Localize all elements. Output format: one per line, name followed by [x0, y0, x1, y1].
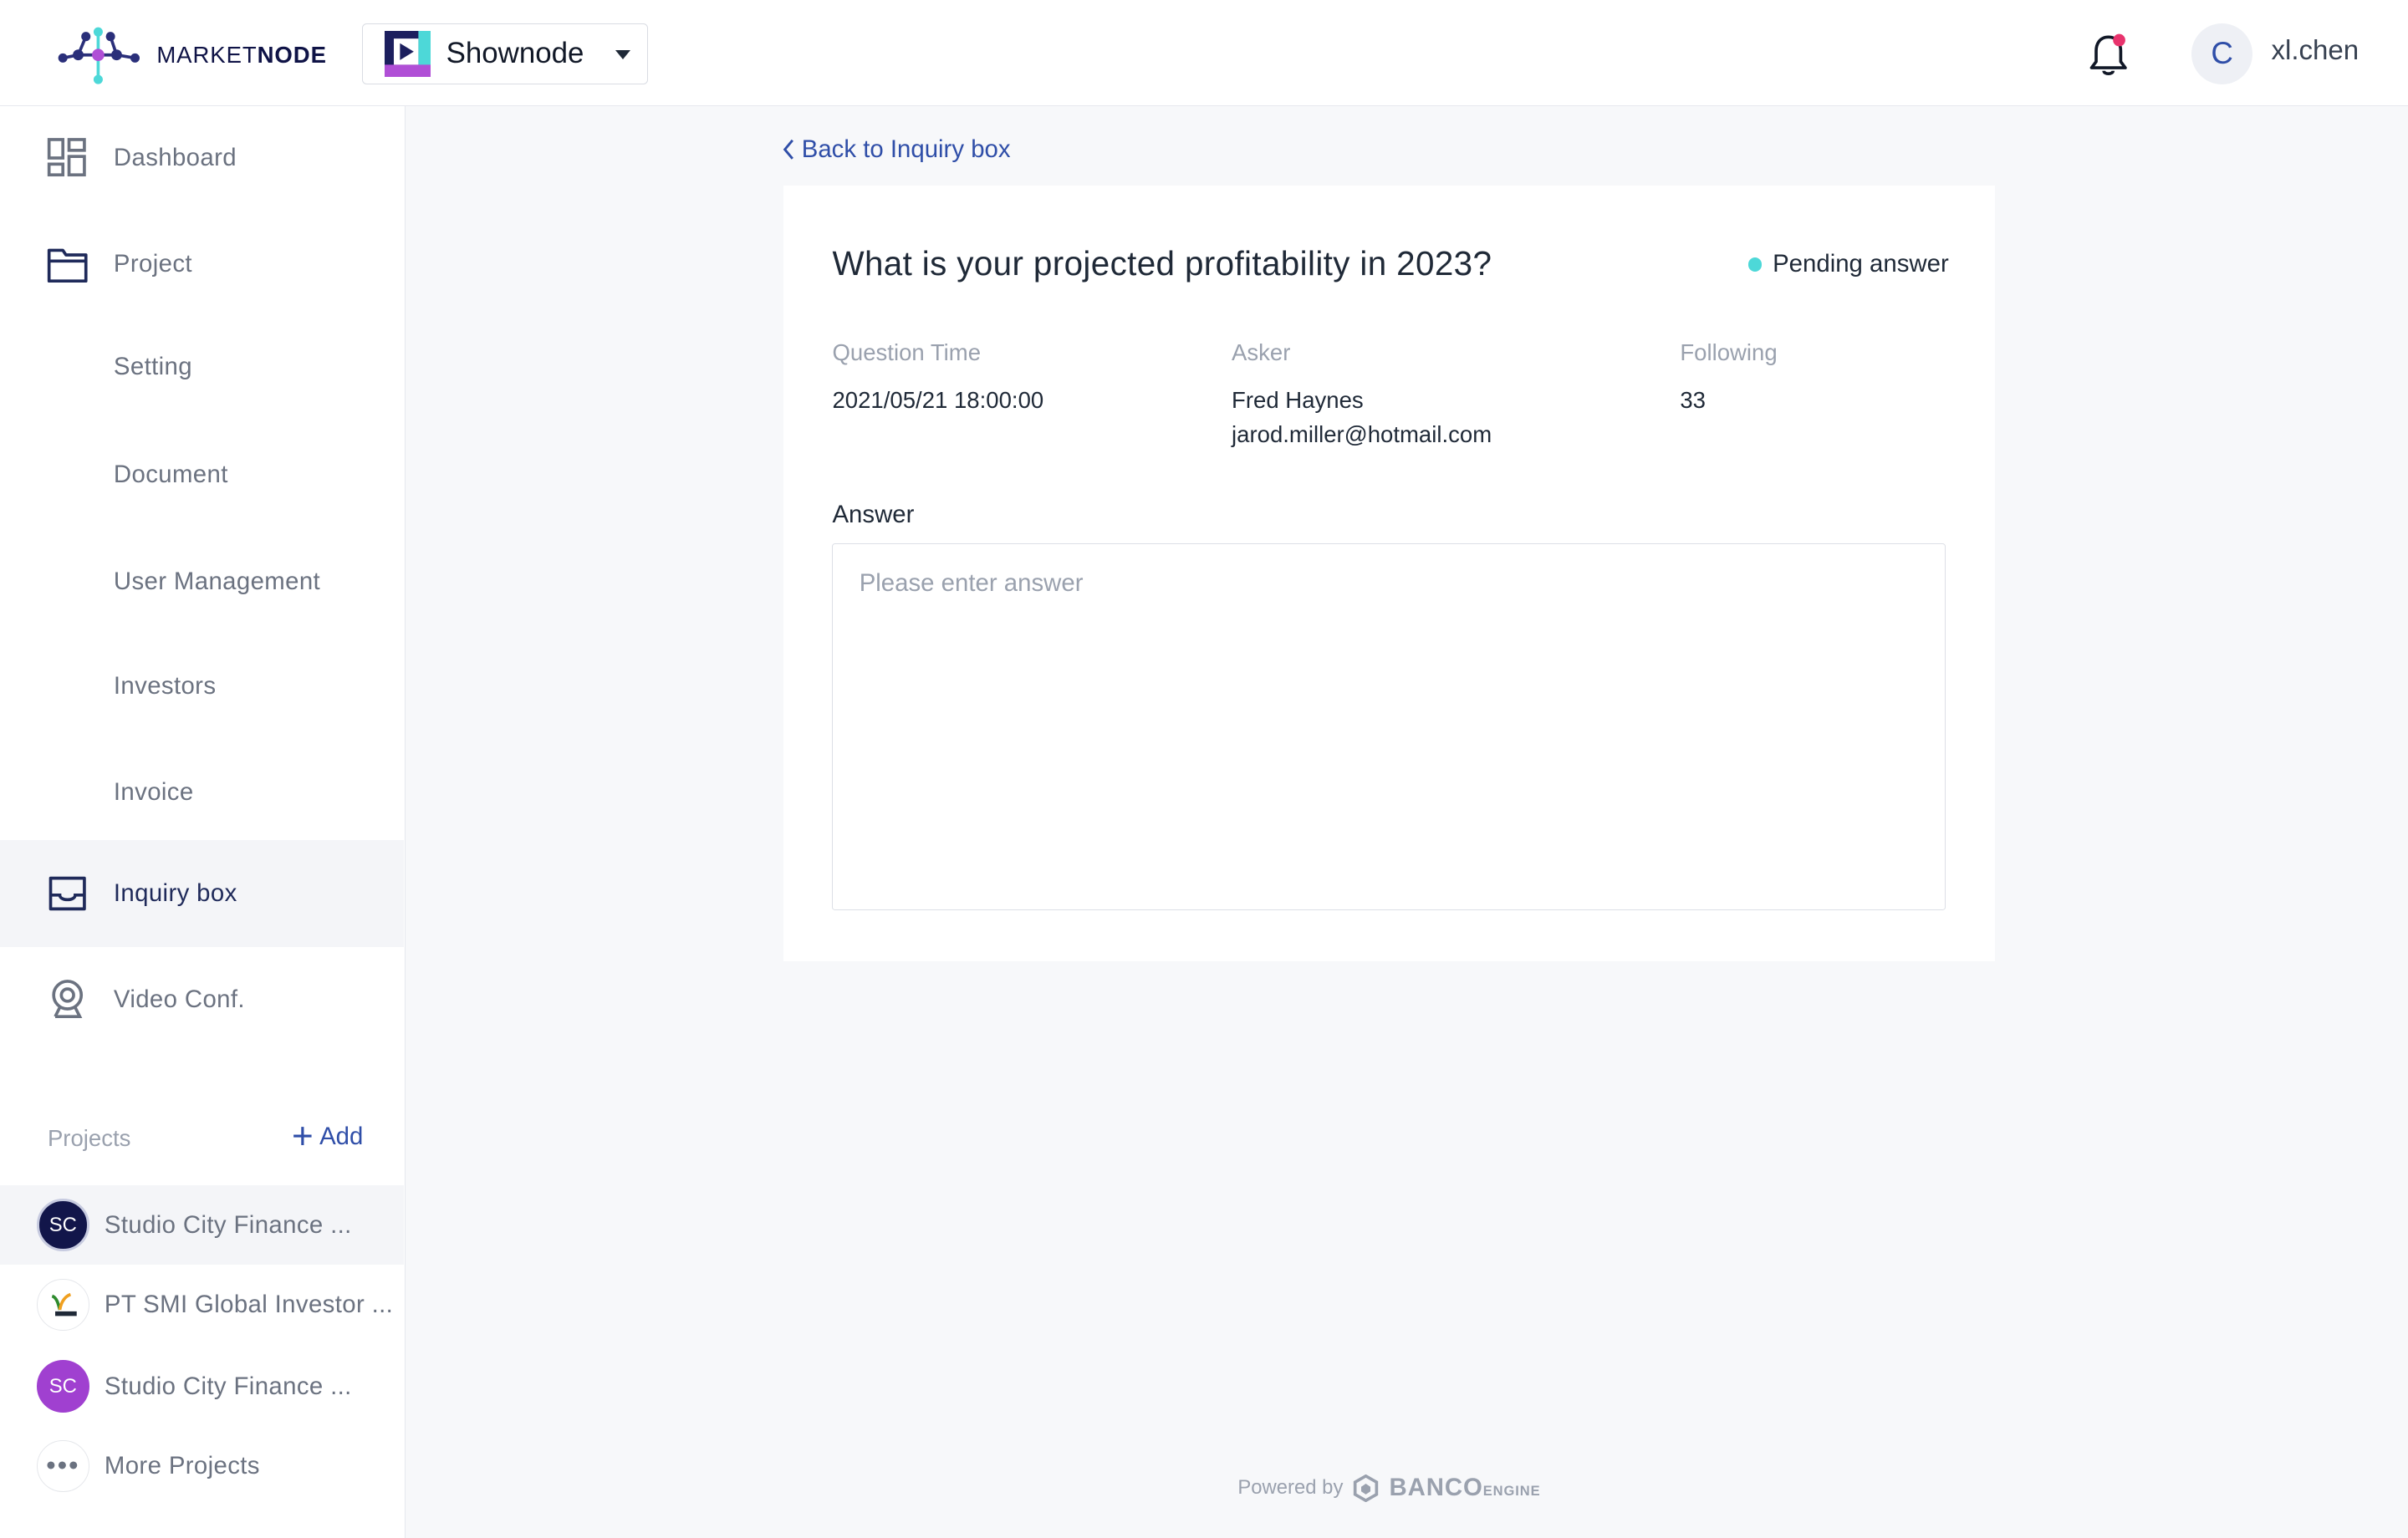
sidebar-item-label: Inquiry box	[113, 878, 237, 907]
user-avatar[interactable]: C	[2191, 23, 2253, 84]
project-avatar: SC	[37, 1360, 89, 1413]
sidebar-item-project[interactable]: Project	[0, 211, 404, 316]
sidebar-item-label: Investors	[113, 671, 217, 700]
sidebar-item-document[interactable]: Document	[0, 422, 404, 527]
sidebar-item-setting[interactable]: Setting	[0, 315, 404, 420]
sidebar-item-label: Project	[113, 249, 192, 278]
sidebar-item-label: User Management	[113, 568, 321, 596]
status-badge: Pending answer	[1747, 250, 1949, 278]
project-selector[interactable]: Shownode	[362, 23, 649, 84]
sidebar-item-label: Setting	[113, 352, 192, 380]
question-time-value: 2021/05/21 18:00:00	[832, 387, 1044, 414]
sidebar-item-dashboard[interactable]: Dashboard	[0, 106, 404, 211]
asker-label: Asker	[1232, 339, 1291, 365]
add-project-label: Add	[319, 1122, 364, 1150]
sidebar: Dashboard Project Setting Document User …	[0, 105, 406, 1538]
inbox-icon	[48, 876, 86, 911]
asker-email: jarod.miller@hotmail.com	[1232, 420, 1492, 447]
sidebar-item-investors[interactable]: Investors	[0, 634, 404, 739]
marketnode-logo[interactable]: MARKETNODE	[55, 24, 327, 85]
more-projects-label: More Projects	[104, 1452, 260, 1480]
footer: Powered by BANCOENGINE	[1237, 1474, 1540, 1502]
project-avatar: SC	[37, 1199, 89, 1251]
project-name: Studio City Finance ...	[104, 1372, 352, 1400]
more-dots-icon: •••	[37, 1439, 89, 1493]
powered-by-label: Powered by	[1237, 1476, 1344, 1500]
answer-input[interactable]	[832, 543, 1946, 911]
back-to-inquiry-box-link[interactable]: Back to Inquiry box	[782, 135, 1011, 164]
following-label: Following	[1680, 339, 1778, 365]
banco-engine-logo-icon	[1354, 1474, 1379, 1502]
sidebar-item-invoice[interactable]: Invoice	[0, 740, 404, 844]
webcam-icon	[52, 979, 84, 1018]
project-name: Studio City Finance ...	[104, 1210, 352, 1239]
chevron-left-icon	[783, 139, 793, 160]
projects-heading: Projects	[47, 1125, 131, 1152]
project-name: PT SMI Global Investor ...	[104, 1291, 394, 1319]
project-item[interactable]: SC Studio City Finance ...	[0, 1347, 404, 1427]
answer-label: Answer	[832, 500, 915, 528]
top-header: MARKETNODE Shownode C xl.chen	[0, 0, 2408, 106]
asker-name: Fred Haynes	[1232, 387, 1364, 414]
sidebar-item-label: Document	[113, 460, 228, 488]
more-projects-item[interactable]: ••• More Projects	[0, 1426, 404, 1506]
inquiry-detail-card: What is your projected profitability in …	[783, 186, 1995, 961]
question-time-label: Question Time	[832, 339, 982, 365]
username[interactable]: xl.chen	[2271, 35, 2359, 67]
marketnode-logo-icon	[58, 28, 140, 84]
folder-icon	[47, 248, 88, 283]
sidebar-item-label: Dashboard	[113, 144, 237, 172]
smi-logo-icon	[51, 1292, 77, 1316]
notification-bell-icon[interactable]	[2087, 31, 2130, 77]
sidebar-item-label: Video Conf.	[113, 985, 245, 1013]
project-avatar-logo	[37, 1278, 89, 1332]
status-label: Pending answer	[1773, 250, 1949, 278]
project-selector-label: Shownode	[446, 37, 584, 70]
question-title: What is your projected profitability in …	[832, 244, 1492, 283]
following-count: 33	[1680, 387, 1706, 414]
caret-down-icon	[615, 49, 630, 59]
dashboard-icon	[47, 138, 86, 177]
sidebar-item-inquiry-box[interactable]: Inquiry box	[0, 839, 405, 948]
shownode-project-icon	[385, 30, 431, 77]
notification-dot	[2113, 33, 2125, 47]
sidebar-item-video-conf[interactable]: Video Conf.	[0, 947, 404, 1052]
plus-icon: +	[291, 1116, 314, 1158]
project-item[interactable]: PT SMI Global Investor ...	[0, 1265, 404, 1345]
add-project-button[interactable]: + Add	[291, 1116, 364, 1158]
footer-brand: BANCOENGINE	[1389, 1474, 1541, 1502]
project-item[interactable]: SC Studio City Finance ...	[0, 1184, 405, 1266]
back-link-label: Back to Inquiry box	[801, 135, 1011, 163]
asker-info: Fred Haynes jarod.miller@hotmail.com	[1232, 384, 1492, 451]
status-dot-icon	[1747, 257, 1763, 272]
logo-text: MARKETNODE	[156, 42, 327, 69]
sidebar-item-label: Invoice	[113, 777, 194, 806]
sidebar-item-user-management[interactable]: User Management	[0, 530, 404, 634]
